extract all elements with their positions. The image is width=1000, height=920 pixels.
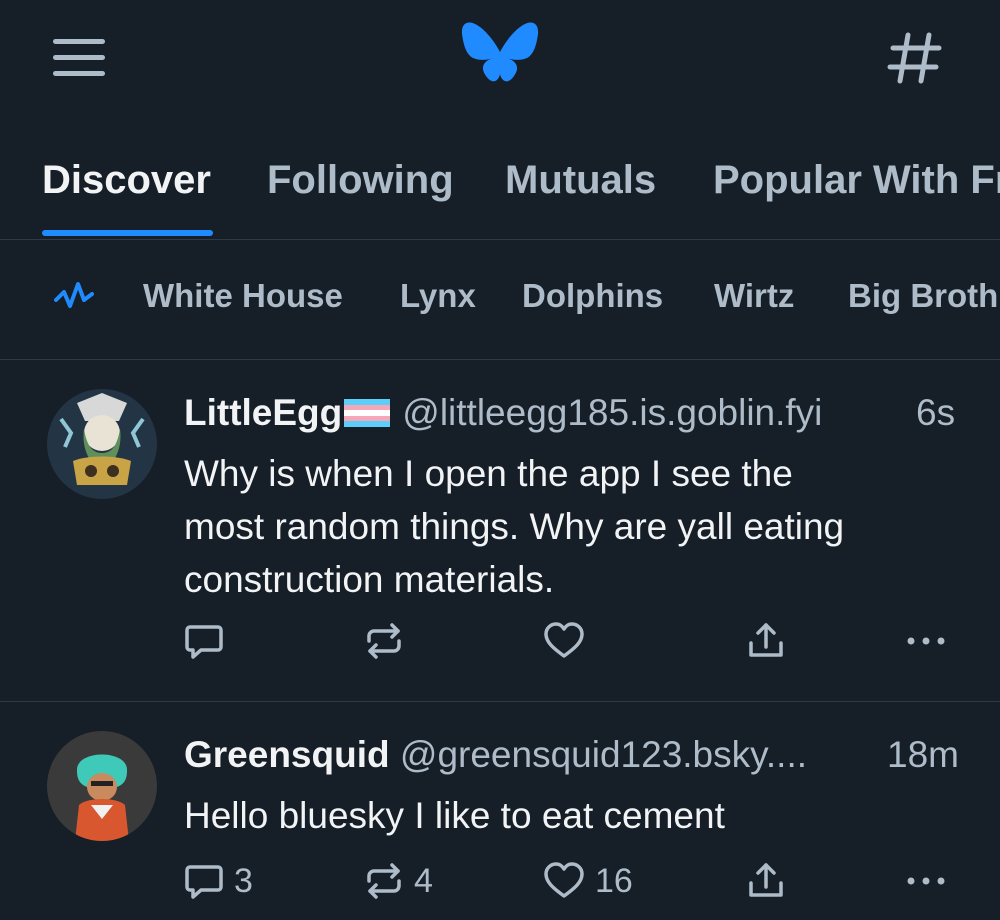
bluesky-logo-icon[interactable] — [460, 20, 540, 92]
user-handle[interactable]: @greensquid123.bsky.... — [400, 734, 807, 775]
hashtag-icon[interactable] — [884, 30, 946, 86]
post-text: Hello bluesky I like to eat cement — [184, 789, 974, 842]
trending-bar: White House Lynx Dolphins Wirtz Big Brot… — [0, 240, 1000, 360]
menu-icon[interactable] — [50, 36, 108, 80]
post-time[interactable]: 18m — [887, 733, 959, 777]
repost-button[interactable]: 4 — [364, 861, 433, 901]
transgender-flag-icon — [344, 393, 391, 427]
tab-mutuals[interactable]: Mutuals — [505, 158, 656, 202]
tab-following[interactable]: Following — [267, 158, 454, 202]
trending-icon — [54, 278, 94, 314]
trending-topic[interactable]: Big Broth — [848, 276, 998, 316]
repost-icon — [367, 623, 401, 659]
post-header: Greensquid @greensquid123.bsky.... — [184, 733, 807, 777]
trending-topic[interactable]: Lynx — [400, 276, 476, 316]
post-header: LittleEgg @littleegg185.is.goblin.fyi — [184, 391, 822, 435]
share-icon — [749, 863, 783, 897]
post-text: Why is when I open the app I see the mos… — [184, 447, 974, 606]
repost-count: 4 — [414, 862, 433, 900]
reply-icon — [185, 625, 223, 659]
post-time[interactable]: 6s — [916, 391, 955, 435]
heart-icon — [544, 622, 584, 658]
more-options-button[interactable] — [904, 621, 948, 661]
trending-topic[interactable]: Wirtz — [714, 276, 794, 316]
share-button[interactable] — [746, 621, 786, 661]
more-options-button[interactable] — [904, 861, 948, 901]
post-actions — [0, 621, 1000, 671]
share-icon — [749, 623, 783, 657]
like-button[interactable] — [543, 621, 585, 661]
avatar[interactable] — [47, 389, 157, 499]
reply-icon — [185, 865, 223, 899]
reply-button[interactable]: 3 — [184, 861, 253, 901]
reply-count: 3 — [234, 862, 253, 900]
ellipsis-icon — [907, 637, 945, 645]
post-text-line: Hello bluesky I like to eat cement — [184, 795, 725, 836]
feed-post[interactable]: LittleEgg @littleegg185.is.goblin.fyi 6s … — [0, 361, 1000, 702]
user-handle[interactable]: @littleegg185.is.goblin.fyi — [402, 392, 822, 433]
post-text-line: construction materials. — [184, 559, 555, 600]
display-name[interactable]: Greensquid — [184, 734, 390, 775]
tab-discover[interactable]: Discover — [42, 158, 211, 202]
share-button[interactable] — [746, 861, 786, 901]
like-button[interactable]: 16 — [543, 861, 633, 901]
trending-topic[interactable]: White House — [143, 276, 343, 316]
avatar[interactable] — [47, 731, 157, 841]
tab-popular-with-friends[interactable]: Popular With Fr — [713, 158, 1000, 202]
post-text-line: Why is when I open the app I see the — [184, 453, 793, 494]
feed-post[interactable]: Greensquid @greensquid123.bsky.... 18m H… — [0, 703, 1000, 920]
heart-icon — [544, 862, 584, 898]
post-text-line: most random things. Why are yall eating — [184, 506, 845, 547]
ellipsis-icon — [907, 877, 945, 885]
active-tab-indicator — [42, 230, 213, 236]
repost-button[interactable] — [364, 621, 404, 661]
trending-topic[interactable]: Dolphins — [522, 276, 663, 316]
display-name[interactable]: LittleEgg — [184, 392, 342, 433]
like-count: 16 — [595, 862, 633, 900]
feed-tabs: Discover Following Mutuals Popular With … — [0, 120, 1000, 240]
top-bar — [0, 0, 1000, 120]
reply-button[interactable] — [184, 621, 224, 661]
app-root: Discover Following Mutuals Popular With … — [0, 0, 1000, 920]
post-actions: 3 4 16 — [0, 861, 1000, 911]
repost-icon — [367, 863, 401, 899]
